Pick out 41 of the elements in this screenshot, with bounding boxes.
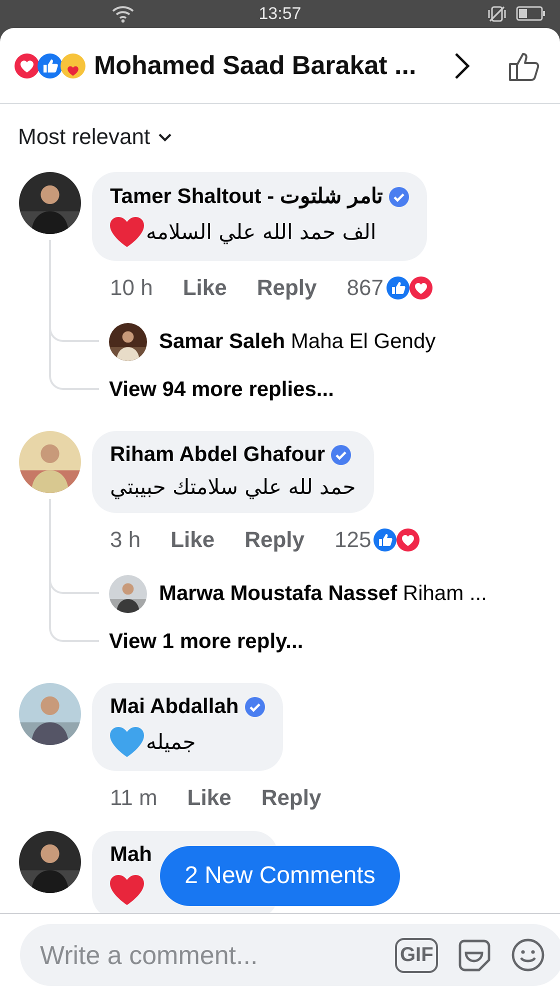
like-link[interactable]: Like	[187, 785, 232, 811]
comment-author[interactable]: Riham Abdel Ghafour	[110, 443, 326, 467]
comment-author[interactable]: Mai Abdallah	[110, 695, 239, 719]
comment-text: حمد لله علي سلامتك حبيبتي	[110, 475, 356, 499]
thread-connector	[49, 580, 99, 642]
new-comments-button[interactable]: 2 New Comments	[160, 846, 400, 906]
wifi-icon	[112, 5, 134, 23]
comment-text: جميله	[146, 730, 196, 754]
reply-link[interactable]: Reply	[244, 527, 305, 553]
status-time: 13:57	[258, 4, 302, 24]
vibrate-icon	[486, 5, 508, 23]
comment-time: 11 m	[110, 785, 158, 811]
comment-field[interactable]: Write a comment... GIF	[20, 924, 560, 986]
like-link[interactable]: Like	[170, 527, 215, 553]
reply-link[interactable]: Reply	[261, 785, 322, 811]
like-reaction-icon	[373, 528, 398, 552]
like-reaction-icon	[386, 276, 410, 300]
reply-link[interactable]: Reply	[256, 275, 317, 301]
love-reaction-icon	[408, 276, 432, 300]
love-reaction-icon	[396, 528, 420, 552]
comment-author[interactable]: Tamer Shaltout - تامر شلتوت	[110, 184, 383, 209]
reaction-count: 125	[334, 527, 372, 553]
chevron-right-icon[interactable]	[454, 52, 470, 80]
view-more-replies-link[interactable]: View 1 more reply...	[109, 630, 304, 654]
like-link[interactable]: Like	[182, 275, 227, 301]
sticker-icon[interactable]	[456, 937, 492, 973]
reply-preview[interactable]: Marwa Moustafa Nassef Riham ...	[159, 582, 487, 606]
comment-author[interactable]: Mah	[110, 843, 152, 867]
view-more-replies-link[interactable]: View 94 more replies...	[109, 378, 334, 402]
comment-text: الف حمد الله علي السلامه	[146, 220, 376, 244]
battery-icon	[516, 6, 546, 21]
comment-time: 3 h	[110, 527, 141, 553]
emoji-icon[interactable]	[510, 937, 546, 973]
thread-connector	[49, 328, 99, 390]
post-title: Mohamed Saad Barakat ...	[94, 50, 418, 81]
comment-time: 10 h	[110, 275, 153, 301]
reply-preview[interactable]: Samar Saleh Maha El Gendy	[159, 330, 436, 354]
sort-dropdown[interactable]: Most relevant	[18, 124, 172, 150]
gif-button[interactable]: GIF	[395, 938, 438, 972]
caret-icon	[158, 132, 172, 142]
reaction-count: 867	[346, 275, 384, 301]
